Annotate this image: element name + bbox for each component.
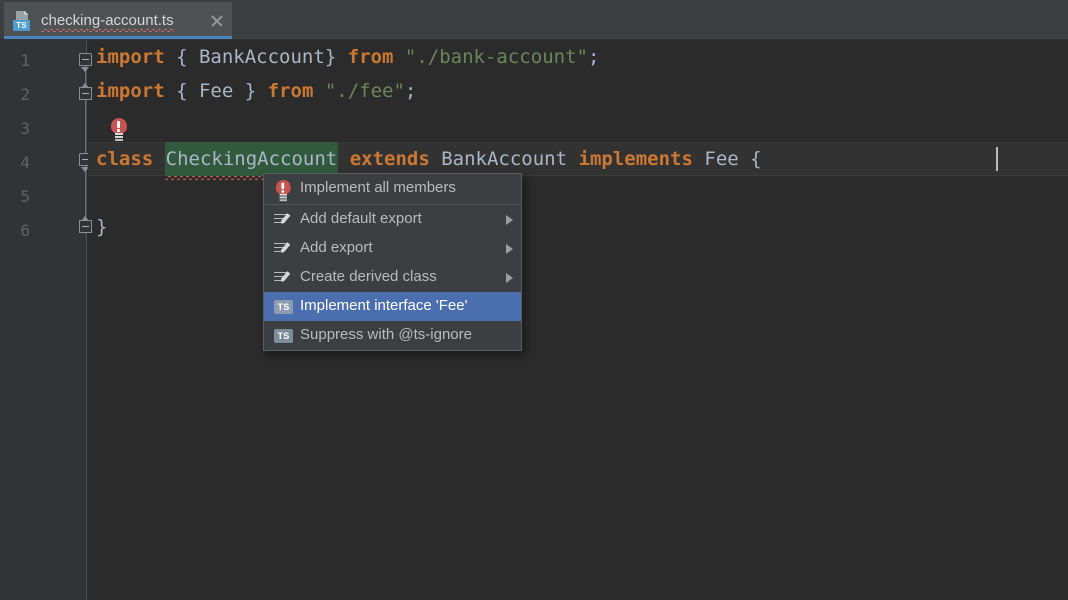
intention-actions-menu[interactable]: Implement all members Add default export… (263, 173, 522, 351)
token-string-2: "./fee" (324, 80, 405, 102)
token-punct-2b: } (233, 80, 268, 102)
close-icon[interactable] (208, 12, 226, 30)
quickfix-icon (273, 209, 295, 231)
typescript-badge-text: TS (274, 299, 293, 314)
code-line-1[interactable]: import { BankAccount} from "./bank-accou… (88, 40, 1068, 74)
token-keyword-import-2: import (96, 80, 165, 102)
quickfix-icon (273, 267, 295, 289)
token-interface-name: Fee (704, 148, 739, 170)
typescript-file-icon-badge: TS (13, 19, 30, 31)
editor-tab-checking-account[interactable]: TS checking-account.ts (4, 2, 232, 39)
quickfix-icon (273, 238, 295, 260)
menu-item-label: Add default export (300, 210, 422, 227)
token-punct-2a: { (164, 80, 199, 102)
code-content[interactable]: import { BankAccount} from "./bank-accou… (88, 40, 1068, 600)
token-identifier-fee-2: Fee (198, 80, 234, 102)
tab-filename: checking-account.ts (41, 11, 174, 32)
token-punct-1b: } (324, 46, 348, 68)
typescript-badge-icon: TS (273, 325, 295, 347)
menu-item-label: Implement interface 'Fee' (300, 297, 468, 314)
typescript-badge-icon: TS (273, 296, 295, 318)
tab-active-indicator (4, 36, 232, 39)
editor-gutter[interactable]: 1 2 3 4 5 6 (0, 40, 92, 600)
token-class-name: CheckingAccount (165, 148, 338, 170)
token-keyword-class: class (96, 148, 154, 170)
error-lightbulb-icon (273, 178, 295, 200)
token-keyword-from-2: from (267, 80, 314, 102)
typescript-badge-text: TS (274, 328, 293, 343)
typescript-file-icon: TS (12, 10, 34, 32)
menu-item-implement-all-members[interactable]: Implement all members (264, 174, 521, 203)
token-identifier-bankaccount-1: BankAccount (198, 46, 325, 68)
menu-item-suppress-with-ts-ignore[interactable]: TS Suppress with @ts-ignore (264, 321, 521, 350)
code-line-2[interactable]: import { Fee } from "./fee"; (88, 74, 1068, 108)
token-semicolon-1: ; (587, 46, 600, 68)
chevron-right-icon (506, 243, 513, 254)
menu-item-label: Suppress with @ts-ignore (300, 326, 472, 343)
token-space-4c (430, 148, 441, 170)
token-space-4f (739, 148, 750, 170)
line-number-3: 3 (20, 119, 30, 138)
token-space-4d (567, 148, 578, 170)
menu-item-label: Create derived class (300, 268, 437, 285)
token-close-brace: } (96, 216, 108, 238)
code-editor[interactable]: 1 2 3 4 5 6 import {BankAccount} from "… (0, 40, 1068, 600)
menu-item-implement-interface-fee[interactable]: TS Implement interface 'Fee' (264, 292, 521, 321)
line-number-2: 2 (20, 85, 30, 104)
token-keyword-implements: implements (578, 148, 693, 170)
menu-item-create-derived-class[interactable]: Create derived class (264, 263, 521, 292)
token-open-brace: { (750, 148, 762, 170)
token-space-4b (338, 148, 349, 170)
token-space-2 (313, 80, 324, 102)
line-number-6: 6 (20, 221, 30, 240)
chevron-right-icon (506, 272, 513, 283)
ide-window: TS checking-account.ts 1 2 3 4 5 6 impor… (0, 0, 1068, 600)
menu-item-add-default-export[interactable]: Add default export (264, 205, 521, 234)
code-fold-spine (85, 54, 86, 234)
code-line-6[interactable]: } (88, 210, 1068, 244)
token-punct-1a: { (164, 46, 199, 68)
token-string-1: "./bank-account" (404, 46, 588, 68)
editor-tab-bar: TS checking-account.ts (0, 0, 1068, 40)
code-line-3[interactable] (88, 108, 1068, 142)
tab-filename-text: checking-account.ts (41, 11, 174, 29)
token-keyword-extends: extends (349, 148, 430, 170)
token-semicolon-2: ; (404, 80, 417, 102)
token-class-name-highlight[interactable]: CheckingAccount (164, 142, 339, 180)
token-space-4e (693, 148, 704, 170)
menu-item-add-export[interactable]: Add export (264, 234, 521, 263)
menu-item-label: Add export (300, 239, 373, 256)
token-space-1 (393, 46, 404, 68)
line-number-4: 4 (20, 153, 30, 172)
code-line-5[interactable] (88, 176, 1068, 210)
token-keyword-from-1: from (347, 46, 394, 68)
chevron-right-icon (506, 214, 513, 225)
line-number-5: 5 (20, 187, 30, 206)
tab-error-underline (41, 28, 174, 32)
token-space-4a (153, 148, 164, 170)
token-super-class: BankAccount (441, 148, 568, 170)
line-number-1: 1 (20, 51, 30, 70)
code-line-4[interactable]: class CheckingAccount extends BankAccoun… (88, 142, 1068, 180)
text-caret (996, 147, 998, 171)
menu-item-label: Implement all members (300, 179, 456, 196)
error-lightbulb-glyph (110, 118, 128, 140)
error-lightbulb-icon[interactable] (110, 118, 128, 145)
token-keyword-import-1: import (96, 46, 165, 68)
